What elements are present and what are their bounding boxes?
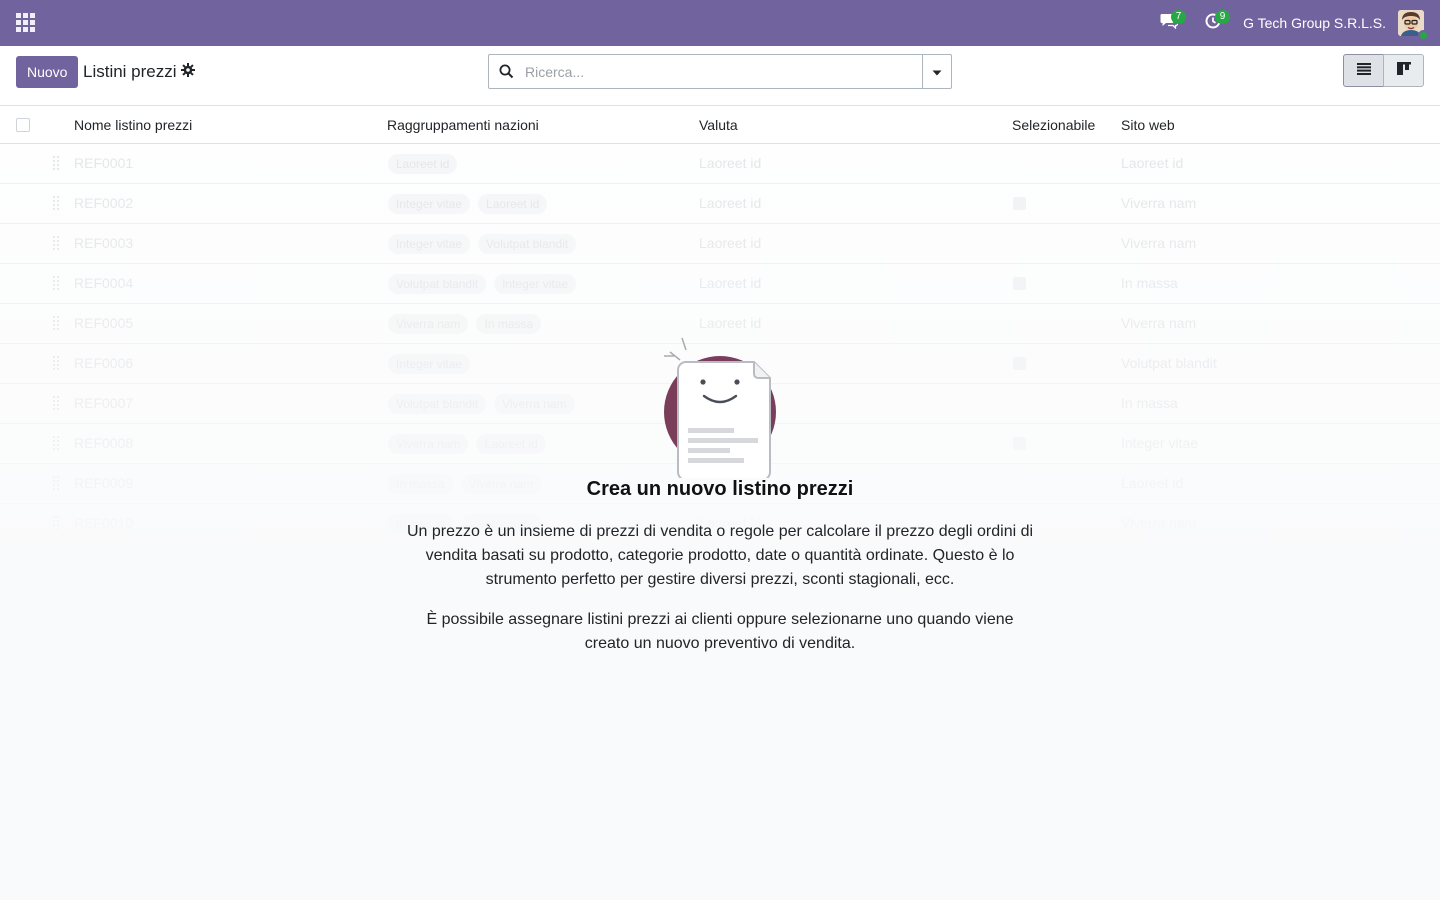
country-group-tag: Laoreet id (476, 434, 546, 454)
column-header-country-groups[interactable]: Raggruppamenti nazioni (387, 117, 539, 133)
kanban-view-icon (1396, 61, 1411, 80)
table-header: Nome listino prezzi Raggruppamenti nazio… (0, 106, 1440, 144)
country-groups-cell: Viverra nam Laoreet id (388, 434, 546, 454)
country-group-tag: In massa (476, 314, 542, 334)
country-group-tag: Volutpat blandit (388, 274, 487, 294)
website-cell: Integer vitae (1121, 435, 1199, 451)
country-groups-cell: Integer vitae Volutpat blandit (388, 234, 577, 254)
selectable-checkbox (1013, 197, 1026, 210)
pricelist-name-cell: REF0004 (74, 275, 134, 291)
list-view-icon (1356, 62, 1371, 80)
website-cell: Viverra nam (1121, 515, 1197, 531)
page-title: Listini prezzi (83, 62, 177, 81)
country-group-tag: Integer vitae (388, 194, 471, 214)
activities-button[interactable]: 9 (1191, 0, 1235, 46)
website-cell: Volutpat blandit (1121, 355, 1217, 371)
view-switcher (1343, 54, 1424, 87)
country-groups-cell: Volutpat blandit Integer vitae (388, 274, 577, 294)
pricelist-name-cell: REF0006 (74, 355, 134, 371)
systray: 7 9 G Tech Group S.R.L.S. (1147, 0, 1440, 46)
website-cell: Laoreet id (1121, 155, 1184, 171)
country-group-tag: Viverra nam (494, 394, 575, 414)
helper-description: Un prezzo è un insieme di prezzi di vend… (406, 523, 1034, 588)
pricelist-name-cell: REF0003 (74, 235, 134, 251)
apps-grid-icon[interactable] (16, 13, 36, 33)
main-navbar: 7 9 G Tech Group S.R.L.S. (0, 0, 1440, 46)
country-group-tag: Viverra nam (388, 434, 469, 454)
selectable-checkbox (1013, 437, 1026, 450)
website-cell: In massa (1121, 395, 1178, 411)
website-cell: In massa (1121, 275, 1178, 291)
selectable-checkbox (1013, 357, 1026, 370)
search-options-toggle[interactable] (922, 55, 951, 88)
drag-handle-icon[interactable] (53, 516, 61, 530)
drag-handle-icon[interactable] (53, 196, 61, 210)
online-status-dot (1418, 30, 1429, 41)
currency-cell: Laoreet id (699, 155, 762, 171)
helper-title: Crea un nuovo listino prezzi (586, 478, 854, 500)
drag-handle-icon[interactable] (53, 276, 61, 290)
pricelist-name-cell: REF0001 (74, 155, 134, 171)
table-row[interactable]: REF0003 Integer vitae Volutpat blandit Laor… (0, 224, 1440, 264)
country-groups-cell: Laoreet id (388, 154, 458, 174)
country-groups-cell: Integer vitae (388, 354, 471, 374)
control-panel: Nuovo Listini prezzi (0, 46, 1440, 106)
table-row[interactable]: REF0002 Integer vitae Laoreet id Laoreet id… (0, 184, 1440, 224)
activities-count-badge: 9 (1215, 10, 1231, 24)
drag-handle-icon[interactable] (53, 396, 61, 410)
country-group-tag: Integer vitae (388, 354, 471, 374)
drag-handle-icon[interactable] (53, 436, 61, 450)
currency-cell: Laoreet id (699, 235, 762, 251)
country-groups-cell: Integer vitae Laoreet id (388, 194, 548, 214)
messages-button[interactable]: 7 (1147, 0, 1191, 46)
avatar[interactable] (1398, 10, 1429, 41)
search-icon (499, 64, 514, 84)
column-header-name[interactable]: Nome listino prezzi (74, 117, 192, 133)
search-bar (488, 54, 952, 89)
pricelist-name-cell: REF0002 (74, 195, 134, 211)
country-group-tag: Laoreet id (478, 194, 548, 214)
website-cell: Viverra nam (1121, 315, 1197, 331)
column-header-currency[interactable]: Valuta (699, 117, 738, 133)
search-input[interactable] (525, 56, 915, 87)
country-group-tag: Volutpat blandit (478, 234, 577, 254)
select-all-checkbox[interactable] (16, 118, 30, 132)
company-switcher[interactable]: G Tech Group S.R.L.S. (1243, 15, 1386, 31)
drag-handle-icon[interactable] (53, 316, 61, 330)
drag-handle-icon[interactable] (53, 356, 61, 370)
messages-count-badge: 7 (1171, 10, 1187, 24)
smiling-document-icon (660, 330, 784, 481)
table-row[interactable]: REF0004 Volutpat blandit Integer vitae Laor… (0, 264, 1440, 304)
helper-description-secondary: È possibile assegnare listini prezzi ai … (426, 611, 1014, 652)
pricelist-name-cell: REF0010 (74, 515, 134, 531)
new-button[interactable]: Nuovo (16, 56, 79, 88)
caret-down-icon (932, 63, 942, 81)
currency-cell: Laoreet id (699, 195, 762, 211)
kanban-view-button[interactable] (1383, 54, 1424, 87)
website-cell: Viverra nam (1121, 195, 1197, 211)
column-header-selectable[interactable]: Selezionabile (1012, 117, 1095, 133)
country-group-tag: Viverra nam (388, 314, 469, 334)
website-cell: Viverra nam (1121, 235, 1197, 251)
pricelist-name-cell: REF0005 (74, 315, 134, 331)
column-header-website[interactable]: Sito web (1121, 117, 1175, 133)
currency-cell: Laoreet id (699, 275, 762, 291)
country-groups-cell: Volutpat blandit Viverra nam (388, 394, 575, 414)
country-group-tag: Volutpat blandit (388, 394, 487, 414)
gear-icon[interactable] (181, 63, 195, 77)
selectable-checkbox (1013, 277, 1026, 290)
list-view-button[interactable] (1343, 54, 1384, 87)
drag-handle-icon[interactable] (53, 236, 61, 250)
country-groups-cell: Viverra nam In massa (388, 314, 542, 334)
table-row[interactable]: REF0001 Laoreet id Laoreet id Laoreet id (0, 144, 1440, 184)
country-group-tag: Integer vitae (388, 234, 471, 254)
drag-handle-icon[interactable] (53, 156, 61, 170)
currency-cell: Laoreet id (699, 315, 762, 331)
country-group-tag: Laoreet id (388, 154, 458, 174)
pricelist-name-cell: REF0007 (74, 395, 134, 411)
pricelist-name-cell: REF0008 (74, 435, 134, 451)
country-group-tag: Integer vitae (494, 274, 577, 294)
